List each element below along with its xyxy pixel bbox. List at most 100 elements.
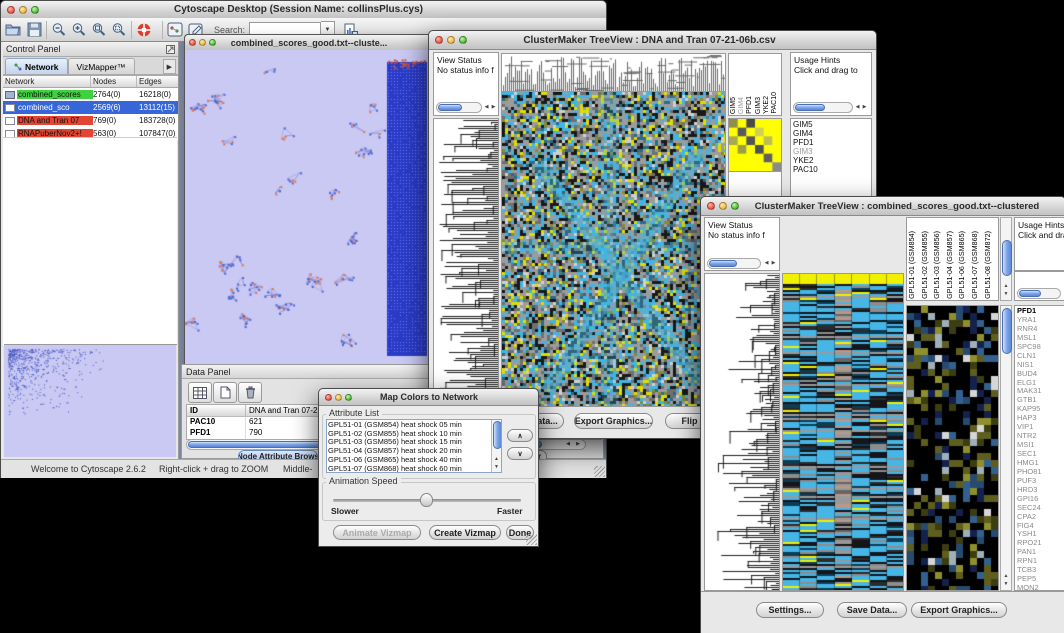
row-label[interactable]: GIM4 bbox=[791, 129, 871, 138]
column-label[interactable]: YKE2 bbox=[763, 96, 771, 114]
save-data-button[interactable]: Save Data... bbox=[837, 602, 907, 618]
tab-network[interactable]: Network bbox=[5, 58, 68, 74]
tab-overflow-button[interactable]: ▶ bbox=[163, 59, 176, 74]
vizmapper-panel-icon[interactable] bbox=[167, 22, 183, 37]
close-button[interactable] bbox=[325, 394, 332, 401]
new-attribute-icon[interactable] bbox=[213, 382, 237, 403]
minimize-button[interactable] bbox=[719, 202, 727, 210]
close-button[interactable] bbox=[7, 6, 15, 14]
column-label[interactable]: PFD1 bbox=[746, 96, 754, 114]
row-dendrogram[interactable] bbox=[704, 273, 780, 591]
row-label[interactable]: GIM3 bbox=[791, 147, 871, 156]
row-labels-hscrollbar[interactable] bbox=[1017, 288, 1061, 299]
row-label[interactable]: PFD1 bbox=[791, 138, 871, 147]
settings-button[interactable]: Settings... bbox=[756, 602, 824, 618]
minimize-button[interactable] bbox=[199, 39, 206, 46]
zoom-fit-icon[interactable] bbox=[111, 22, 127, 38]
move-down-button[interactable]: ∨ bbox=[507, 447, 533, 460]
heatmap-zoom[interactable] bbox=[906, 305, 999, 591]
minimize-button[interactable] bbox=[335, 394, 342, 401]
network-view-title: combined_scores_good.txt--cluste... bbox=[216, 38, 402, 48]
resize-grip[interactable] bbox=[526, 534, 537, 545]
column-label[interactable]: GPL51-01 (GSM854) bbox=[908, 231, 921, 299]
network-item-icon bbox=[5, 104, 15, 112]
treeview1-title: ClusterMaker TreeView : DNA and Tran 07-… bbox=[467, 35, 832, 46]
heatmap-zoom[interactable] bbox=[728, 118, 782, 172]
heatmap-global[interactable] bbox=[782, 273, 904, 591]
column-label[interactable]: GPL51-08 (GSM872) bbox=[984, 231, 997, 299]
zoom-button[interactable] bbox=[345, 394, 352, 401]
attribute-table-icon[interactable] bbox=[188, 382, 212, 403]
network-table-row[interactable]: combined_sco 2569(6) 13112(15) bbox=[3, 101, 178, 114]
zoom-selected-icon[interactable] bbox=[91, 22, 107, 38]
close-button[interactable] bbox=[435, 36, 443, 44]
tab-vizmapper[interactable]: VizMapper™ bbox=[68, 58, 135, 74]
view-status-hscrollbar[interactable] bbox=[436, 102, 482, 113]
column-label[interactable]: GPL51-07 (GSM868) bbox=[971, 231, 984, 299]
column-label[interactable]: PAC10 bbox=[771, 92, 779, 114]
heatmap-global[interactable] bbox=[501, 92, 726, 407]
row-label[interactable]: GIM5 bbox=[791, 120, 871, 129]
network-name: DNA and Tran 07 bbox=[17, 116, 93, 125]
treeview1-titlebar[interactable]: ClusterMaker TreeView : DNA and Tran 07-… bbox=[429, 31, 876, 50]
network-nodes-count: 769(0) bbox=[93, 116, 139, 125]
network-table-row[interactable]: combined_scores 2764(0) 16218(0) bbox=[3, 88, 178, 101]
speed-slider-thumb[interactable] bbox=[420, 493, 433, 507]
save-session-icon[interactable] bbox=[27, 22, 42, 37]
row-label[interactable]: PAC10 bbox=[791, 165, 871, 174]
view-status-text: No status info f bbox=[434, 65, 498, 75]
minimize-button[interactable] bbox=[447, 36, 455, 44]
row-label[interactable]: YKE2 bbox=[791, 156, 871, 165]
cytoscape-titlebar[interactable]: Cytoscape Desktop (Session Name: collins… bbox=[1, 1, 606, 19]
network-graph-canvas[interactable] bbox=[185, 50, 430, 363]
attribute-list-vscrollbar[interactable]: ▲ ▼ bbox=[491, 420, 501, 472]
zoom-button[interactable] bbox=[31, 6, 39, 14]
export-graphics-button[interactable]: Export Graphics... bbox=[911, 602, 1007, 618]
status-hint-zoom: Right-click + drag to ZOOM bbox=[159, 464, 268, 474]
treeview2-window: ClusterMaker TreeView : combined_scores_… bbox=[700, 196, 1064, 633]
delete-attribute-icon[interactable] bbox=[238, 382, 262, 403]
close-button[interactable] bbox=[707, 202, 715, 210]
network-edges-count: 13112(15) bbox=[139, 103, 181, 112]
column-label[interactable]: GIM3 bbox=[755, 97, 763, 114]
usage-hints-footer bbox=[1014, 271, 1064, 301]
minimize-button[interactable] bbox=[19, 6, 27, 14]
move-up-button[interactable]: ∧ bbox=[507, 429, 533, 442]
treeview2-titlebar[interactable]: ClusterMaker TreeView : combined_scores_… bbox=[701, 197, 1064, 216]
dialog-titlebar[interactable]: Map Colors to Network bbox=[319, 389, 538, 406]
birdseye-view[interactable] bbox=[4, 344, 177, 458]
usage-hints-hscrollbar[interactable] bbox=[793, 102, 853, 113]
gene-label[interactable]: MON2 bbox=[1015, 584, 1064, 591]
attribute-list-label: Attribute List bbox=[326, 408, 382, 418]
view-status-text: No status info f bbox=[705, 230, 779, 240]
resize-grip[interactable] bbox=[594, 466, 605, 477]
usage-hints-text: Click and drag to bbox=[791, 65, 871, 75]
data-panel-title: Data Panel bbox=[186, 367, 231, 377]
network-view-titlebar[interactable]: combined_scores_good.txt--cluste... bbox=[185, 35, 432, 51]
create-vizmap-button[interactable]: Create Vizmap bbox=[429, 525, 501, 540]
column-labels-vscrollbar[interactable]: ▲ ▼ bbox=[1000, 217, 1012, 301]
open-session-icon[interactable] bbox=[5, 22, 22, 37]
zoom-out-icon[interactable] bbox=[51, 22, 67, 38]
attribute-list-item[interactable]: GPL51-07 (GSM868) heat shock 60 min bbox=[328, 465, 490, 473]
zoom-button[interactable] bbox=[459, 36, 467, 44]
network-table-row[interactable]: DNA and Tran 07 769(0) 183728(0) bbox=[3, 114, 178, 127]
close-button[interactable] bbox=[189, 39, 196, 46]
column-dendrogram[interactable] bbox=[501, 53, 726, 92]
help-icon[interactable] bbox=[136, 22, 152, 38]
zoom-in-icon[interactable] bbox=[71, 22, 87, 38]
column-header-id[interactable]: ID bbox=[187, 405, 246, 416]
animate-vizmap-button[interactable]: Animate Vizmap bbox=[333, 525, 421, 540]
gene-list-vscrollbar[interactable]: ▲ ▼ bbox=[1000, 305, 1012, 591]
status-hint-pan: Middle- bbox=[283, 464, 313, 474]
network-item-icon bbox=[5, 91, 15, 99]
column-label[interactable]: GPL51-03 (GSM856) bbox=[933, 231, 946, 299]
gene-id-cell: PFD1 bbox=[187, 428, 246, 439]
column-label[interactable]: GIM5 bbox=[730, 97, 738, 114]
export-graphics-button[interactable]: Export Graphics... bbox=[574, 413, 653, 429]
zoom-button[interactable] bbox=[731, 202, 739, 210]
float-panel-icon[interactable] bbox=[166, 45, 175, 54]
zoom-button[interactable] bbox=[209, 39, 216, 46]
view-status-hscrollbar[interactable] bbox=[707, 258, 761, 269]
row-dendrogram[interactable] bbox=[433, 118, 499, 407]
